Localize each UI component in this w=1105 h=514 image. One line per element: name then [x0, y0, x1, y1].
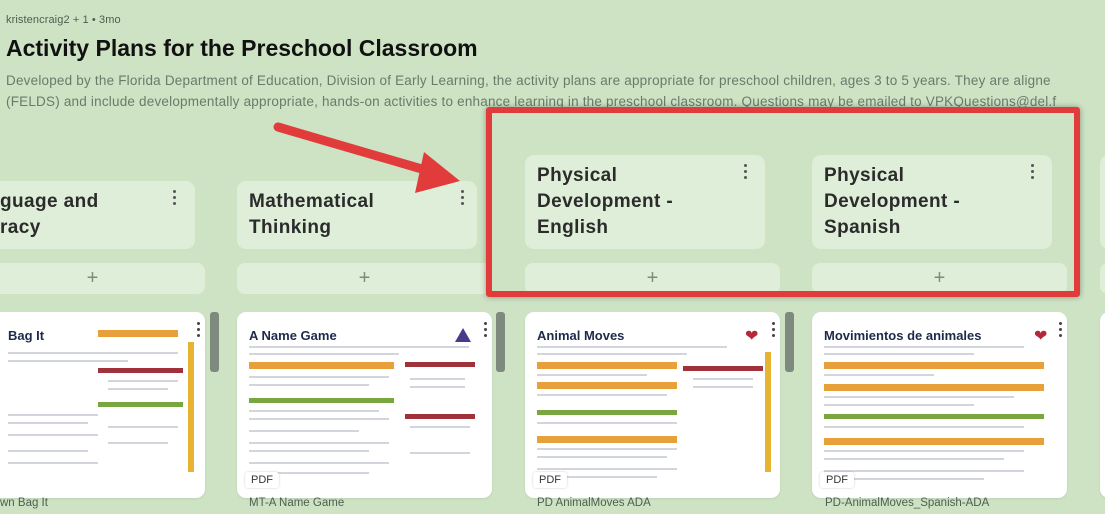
annotation-arrow-icon — [273, 122, 460, 193]
